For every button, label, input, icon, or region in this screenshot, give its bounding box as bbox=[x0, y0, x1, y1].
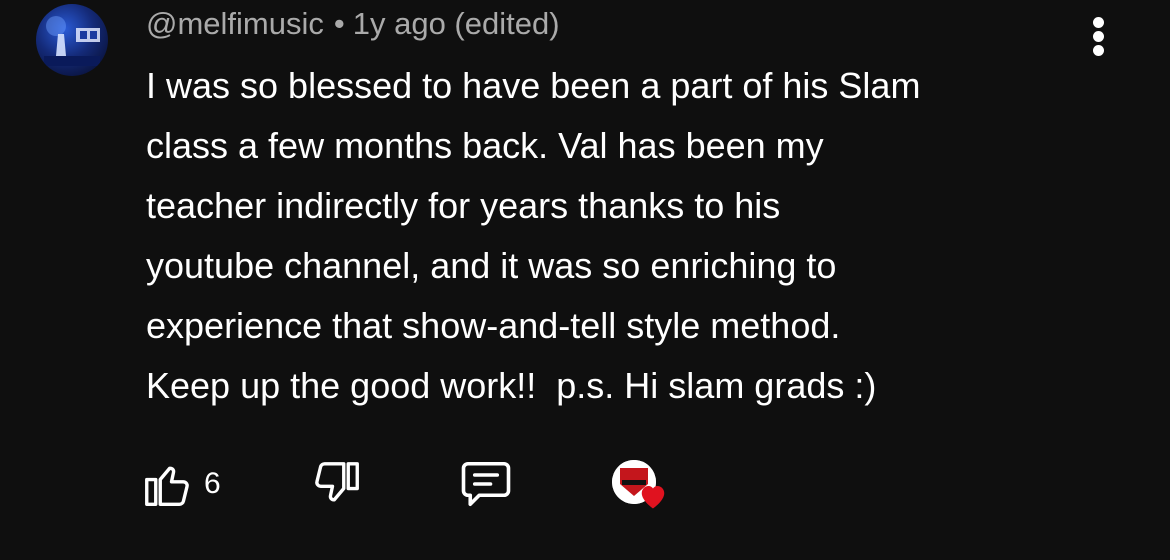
more-vertical-icon bbox=[1093, 31, 1104, 42]
author-avatar[interactable] bbox=[36, 4, 108, 76]
more-options-button[interactable] bbox=[1084, 14, 1114, 58]
comment-text: I was so blessed to have been a part of … bbox=[146, 65, 921, 406]
more-vertical-icon bbox=[1093, 17, 1104, 28]
thumbs-up-icon bbox=[145, 466, 189, 506]
thumbs-down-icon bbox=[315, 462, 359, 502]
comment-timestamp: 1y ago (edited) bbox=[352, 6, 560, 41]
header-separator: • bbox=[333, 6, 345, 41]
avatar-image bbox=[44, 16, 100, 66]
comment-header: @melfimusic • 1y ago (edited) bbox=[146, 4, 560, 44]
more-vertical-icon bbox=[1093, 45, 1104, 56]
dislike-button[interactable] bbox=[310, 452, 364, 516]
creator-heart-badge bbox=[612, 458, 672, 516]
like-count: 6 bbox=[204, 467, 221, 500]
heart-icon bbox=[641, 486, 665, 509]
reply-button[interactable] bbox=[456, 452, 516, 516]
author-name[interactable]: @melfimusic bbox=[146, 6, 324, 41]
reply-icon bbox=[461, 461, 511, 507]
like-button[interactable]: 6 bbox=[140, 452, 221, 516]
